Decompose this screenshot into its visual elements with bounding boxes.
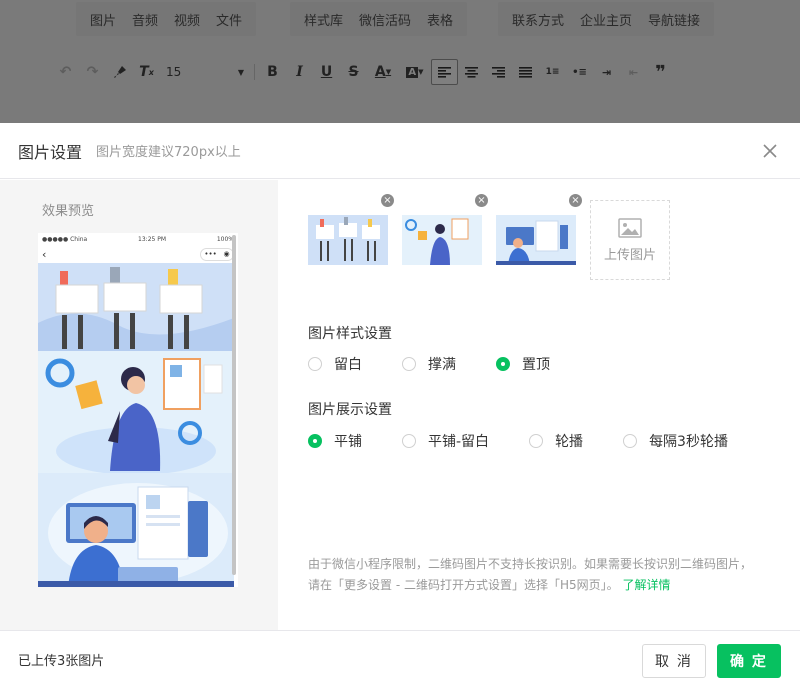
more-dots-icon: ••• <box>204 250 217 258</box>
thumbnail-team <box>308 215 388 265</box>
radio-label: 每隔3秒轮播 <box>649 434 728 450</box>
radio-button[interactable] <box>308 357 322 371</box>
back-arrow-icon: ‹ <box>42 247 47 261</box>
image-thumbnail[interactable]: × <box>496 194 582 280</box>
close-icon[interactable] <box>760 141 780 161</box>
radio-button[interactable] <box>402 434 416 448</box>
style-section-title: 图片样式设置 <box>308 326 392 342</box>
radio-button[interactable] <box>402 357 416 371</box>
image-placeholder-icon <box>618 217 642 238</box>
dialog-header: 图片设置 图片宽度建议720px以上 <box>0 123 800 179</box>
settings-pane: × × × 上传图片 图片样式设置 留白 撑满 置顶 图片展示设置 平铺 平铺-… <box>278 180 800 630</box>
cancel-button[interactable]: 取 消 <box>642 644 706 678</box>
learn-more-link[interactable]: 了解详情 <box>622 578 670 592</box>
radio-button[interactable] <box>623 434 638 448</box>
preview-image-resume <box>38 351 234 473</box>
display-section-title: 图片展示设置 <box>308 402 392 418</box>
phone-scrollbar[interactable] <box>232 235 236 575</box>
preview-image-team <box>38 263 234 351</box>
note-line-1: 由于微信小程序限制，二维码图片不支持长按识别。如果需要长按识别二维码图片， <box>308 557 753 571</box>
phone-status-bar: ●●●●● China 13:25 PM 100% <box>38 233 238 245</box>
radio-label: 留白 <box>334 357 362 373</box>
radio-display-carousel[interactable]: 轮播 <box>529 431 583 451</box>
radio-label: 撑满 <box>428 357 456 373</box>
preview-pane: 效果预览 ●●●●● China 13:25 PM 100% ‹ ••• ◉ <box>0 180 278 630</box>
miniprogram-capsule: ••• ◉ <box>200 247 234 261</box>
upload-count-status: 已上传3张图片 <box>18 653 105 669</box>
radio-button-checked[interactable] <box>496 357 510 371</box>
delete-image-icon[interactable]: × <box>569 194 582 207</box>
confirm-button[interactable]: 确 定 <box>717 644 781 678</box>
qrcode-limitation-note: 由于微信小程序限制，二维码图片不支持长按识别。如果需要长按识别二维码图片， 请在… <box>308 554 778 596</box>
target-icon: ◉ <box>223 250 230 258</box>
radio-button-checked[interactable] <box>308 434 322 448</box>
dialog-title: 图片设置 <box>18 142 83 162</box>
radio-style-margin[interactable]: 留白 <box>308 354 362 374</box>
phone-carrier: ●●●●● China <box>42 235 88 243</box>
delete-image-icon[interactable]: × <box>381 194 394 207</box>
radio-label: 轮播 <box>555 434 584 450</box>
dialog-footer: 已上传3张图片 取 消 确 定 <box>0 630 800 687</box>
preview-image-laptop <box>38 473 234 587</box>
phone-time: 13:25 PM <box>138 235 167 243</box>
phone-nav-bar: ‹ ••• ◉ <box>38 245 238 263</box>
image-settings-dialog: 图片设置 图片宽度建议720px以上 效果预览 ●●●●● China 13:2… <box>0 123 800 687</box>
radio-style-top[interactable]: 置顶 <box>496 354 550 374</box>
image-thumbnail-list: × × × 上传图片 <box>308 194 670 280</box>
preview-label: 效果预览 <box>42 204 95 219</box>
image-thumbnail[interactable]: × <box>308 194 394 280</box>
thumbnail-laptop <box>496 215 576 265</box>
radio-label: 置顶 <box>522 357 550 373</box>
note-line-2-wrapper: 请在「更多设置 - 二维码打开方式设置」选择「H5网页」。 了解详情 <box>308 575 778 596</box>
radio-display-carousel-3s[interactable]: 每隔3秒轮播 <box>623 431 728 451</box>
dialog-subtitle: 图片宽度建议720px以上 <box>96 145 241 160</box>
style-radio-group: 留白 撑满 置顶 <box>308 354 570 374</box>
image-thumbnail[interactable]: × <box>402 194 488 280</box>
display-radio-group: 平铺 平铺-留白 轮播 每隔3秒轮播 <box>308 431 748 451</box>
delete-image-icon[interactable]: × <box>475 194 488 207</box>
upload-image-button[interactable]: 上传图片 <box>590 200 670 280</box>
radio-style-fill[interactable]: 撑满 <box>402 354 456 374</box>
thumbnail-resume <box>402 215 482 265</box>
note-line-2: 请在「更多设置 - 二维码打开方式设置」选择「H5网页」。 <box>308 578 619 592</box>
phone-preview: ●●●●● China 13:25 PM 100% ‹ ••• ◉ <box>38 233 238 587</box>
radio-display-tile-margin[interactable]: 平铺-留白 <box>402 431 489 451</box>
radio-display-tile[interactable]: 平铺 <box>308 431 362 451</box>
radio-label: 平铺 <box>334 434 362 450</box>
radio-label: 平铺-留白 <box>428 434 490 450</box>
modal-overlay[interactable] <box>0 0 800 123</box>
upload-image-label: 上传图片 <box>603 247 656 263</box>
radio-button[interactable] <box>529 434 544 448</box>
